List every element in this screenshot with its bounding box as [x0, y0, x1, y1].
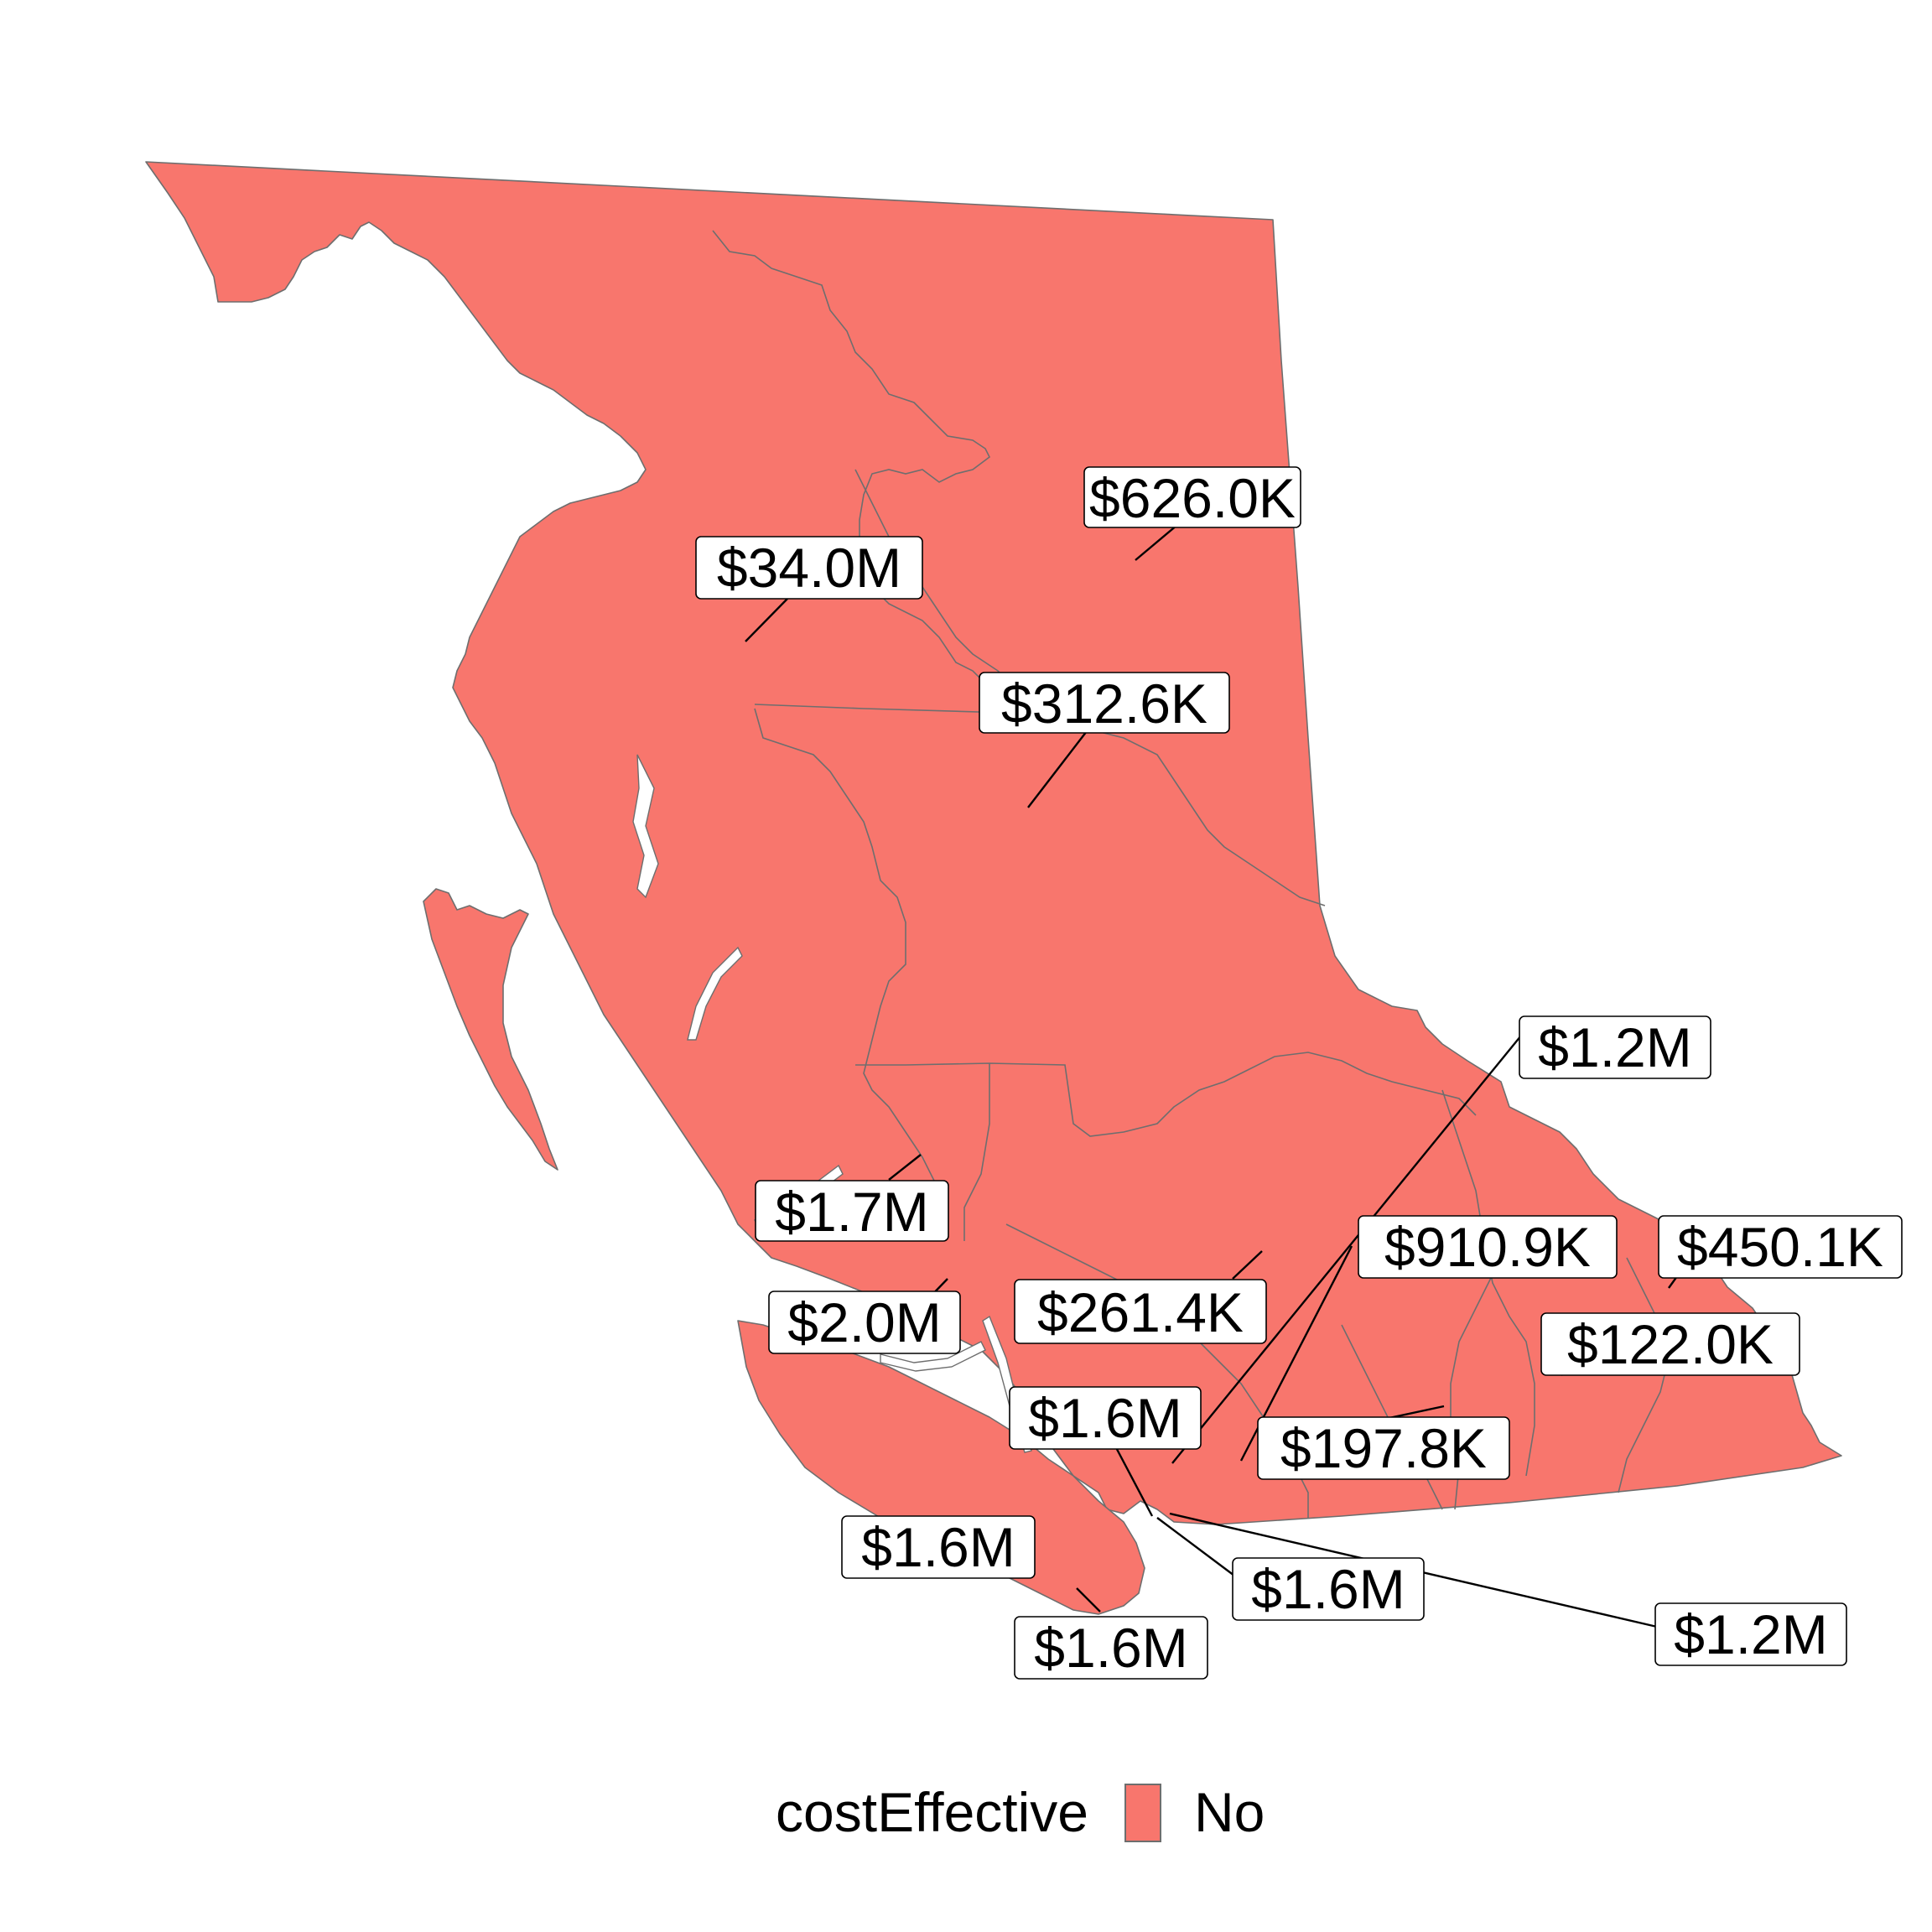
value-label-text: $1.6M	[1251, 1558, 1405, 1620]
value-label: $626.0K	[1083, 466, 1301, 529]
value-label: $2.0M	[768, 1291, 961, 1354]
value-label-text: $910.9K	[1384, 1216, 1591, 1278]
value-label-text: $626.0K	[1089, 467, 1296, 529]
value-label: $1.2M	[1519, 1015, 1711, 1079]
value-label-text: $1.7M	[775, 1181, 928, 1243]
value-label-text: $2.0M	[787, 1291, 941, 1353]
value-label: $1.7M	[755, 1180, 949, 1243]
legend-swatch	[1124, 1784, 1161, 1842]
legend: costEffective No	[776, 1781, 1265, 1843]
value-label-text: $261.4K	[1037, 1281, 1244, 1343]
value-label: $1.6M	[841, 1515, 1036, 1579]
value-label: $197.8K	[1257, 1416, 1510, 1480]
value-label: $1.6M	[1014, 1616, 1208, 1680]
value-label-text: $34.0M	[717, 537, 901, 599]
value-label-text: $122.0K	[1567, 1313, 1774, 1375]
legend-title: costEffective	[776, 1781, 1088, 1843]
value-label-text: $197.8K	[1280, 1417, 1487, 1479]
bc-map: $626.0K $34.0M $312.6K $1.2M $1.7M $910.…	[145, 161, 1903, 1843]
value-label-text: $1.6M	[861, 1516, 1015, 1578]
value-label-text: $1.2M	[1538, 1016, 1691, 1078]
value-label-text: $312.6K	[1001, 673, 1208, 735]
value-label: $1.6M	[1009, 1386, 1202, 1450]
value-label: $312.6K	[979, 672, 1230, 735]
value-label-text: $450.1K	[1677, 1216, 1883, 1278]
value-label: $910.9K	[1358, 1215, 1618, 1279]
value-label: $1.6M	[1232, 1557, 1425, 1621]
value-label-text: $1.6M	[1034, 1617, 1187, 1679]
value-label: $34.0M	[695, 536, 923, 600]
value-label-text: $1.6M	[1028, 1387, 1182, 1449]
value-label: $122.0K	[1540, 1312, 1800, 1376]
value-label-text: $1.2M	[1674, 1603, 1827, 1665]
haida-gwaii-region	[423, 888, 558, 1171]
legend-label: No	[1194, 1781, 1265, 1843]
value-label: $450.1K	[1658, 1215, 1903, 1279]
value-label: $261.4K	[1014, 1279, 1267, 1344]
value-label: $1.2M	[1654, 1602, 1847, 1666]
